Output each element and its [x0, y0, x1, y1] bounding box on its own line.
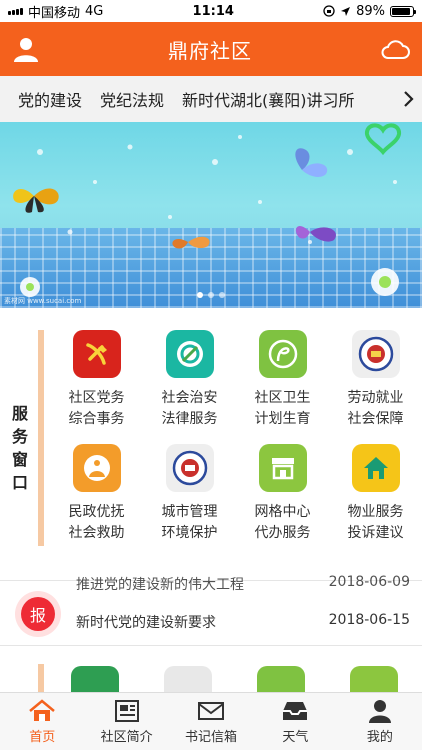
page-title: 鼎府社区: [168, 38, 252, 63]
service-employment[interactable]: 劳动就业 社会保障: [329, 330, 422, 430]
service-public-security[interactable]: 社会治安 法律服务: [143, 330, 236, 430]
section-label: 服务窗口: [11, 404, 28, 492]
section-accent-bar: [38, 330, 44, 546]
social-order-icon: [165, 330, 214, 378]
property-home-icon: [351, 444, 400, 492]
city-management-icon: [165, 444, 214, 492]
service-grid-center[interactable]: 网格中心 代办服务: [236, 444, 329, 544]
grid-center-store-icon: [258, 444, 307, 492]
location-icon: [341, 6, 351, 16]
carrier-name: 中国移动: [28, 5, 81, 21]
news-date: 2018-06-15: [328, 612, 410, 628]
service-window-section: 服务窗口 社区党务 综合事务 社会治安 法律服务 社区卫生 计划生育 劳动就业 …: [0, 330, 422, 580]
nav-profile[interactable]: 我的: [338, 693, 422, 750]
family-planning-icon: [258, 330, 307, 378]
nav-home[interactable]: 首页: [0, 693, 84, 750]
nav-weather[interactable]: 天气: [253, 693, 337, 750]
bottom-nav: 首页 社区简介 书记信箱 天气 我的: [0, 692, 422, 750]
status-bar: 中国移动 4G 11:14 89%: [0, 0, 422, 22]
chevron-right-icon[interactable]: [394, 76, 422, 122]
employment-seal-icon: [351, 330, 400, 378]
mail-icon: [198, 701, 225, 720]
banner-carousel[interactable]: 素材网 www.sucai.com: [0, 122, 422, 308]
service-party-affairs[interactable]: 社区党务 综合事务: [50, 330, 143, 430]
news-title: 新时代党的建设新要求: [76, 615, 216, 631]
network-type: 4G: [85, 3, 104, 19]
inbox-icon: [283, 701, 308, 720]
signal-icon: [8, 7, 23, 15]
banner-caption: 素材网 www.sucai.com: [4, 297, 82, 305]
nav-mailbox[interactable]: 书记信箱: [169, 693, 253, 750]
service-property[interactable]: 物业服务 投诉建议: [329, 444, 422, 544]
service-civil-affairs[interactable]: 民政优抚 社会救助: [50, 444, 143, 544]
orientation-lock-icon: [323, 5, 335, 17]
battery-percent: 89%: [356, 3, 385, 19]
banner-decoration: [13, 123, 401, 297]
civil-affairs-icon: [72, 444, 121, 492]
service-community-health[interactable]: 社区卫生 计划生育: [236, 330, 329, 430]
news-item[interactable]: 推进党的建设新的伟大工程 2018-06-09: [76, 574, 410, 594]
nav-about[interactable]: 社区简介: [84, 693, 168, 750]
tab-lecture-hall[interactable]: 新时代湖北(襄阳)讲习所: [182, 87, 355, 111]
news-badge: 报: [15, 591, 61, 637]
tab-party-regulations[interactable]: 党纪法规: [100, 87, 164, 111]
category-tabs: 党的建设 党纪法规 新时代湖北(襄阳)讲习所: [0, 76, 422, 122]
party-emblem-icon: [72, 330, 121, 378]
news-ticker: 报 推进党的建设新的伟大工程 2018-06-09 新时代党的建设新要求 201…: [0, 574, 422, 646]
service-city-management[interactable]: 城市管理 环境保护: [143, 444, 236, 544]
news-date: 2018-06-09: [328, 574, 410, 590]
person-icon: [368, 699, 391, 723]
home-icon: [29, 698, 56, 721]
app-header: 鼎府社区: [0, 22, 422, 76]
newspaper-icon: [114, 699, 139, 722]
service-grid: 社区党务 综合事务 社会治安 法律服务 社区卫生 计划生育 劳动就业 社会保障: [50, 330, 422, 544]
cloud-icon[interactable]: [380, 38, 410, 60]
tab-party-building[interactable]: 党的建设: [18, 87, 82, 111]
clock: 11:14: [192, 3, 234, 19]
battery-icon: [389, 5, 416, 17]
news-item[interactable]: 新时代党的建设新要求 2018-06-15: [76, 612, 410, 632]
user-icon[interactable]: [12, 35, 40, 63]
news-title: 推进党的建设新的伟大工程: [76, 577, 244, 593]
carousel-indicator[interactable]: [197, 292, 225, 298]
